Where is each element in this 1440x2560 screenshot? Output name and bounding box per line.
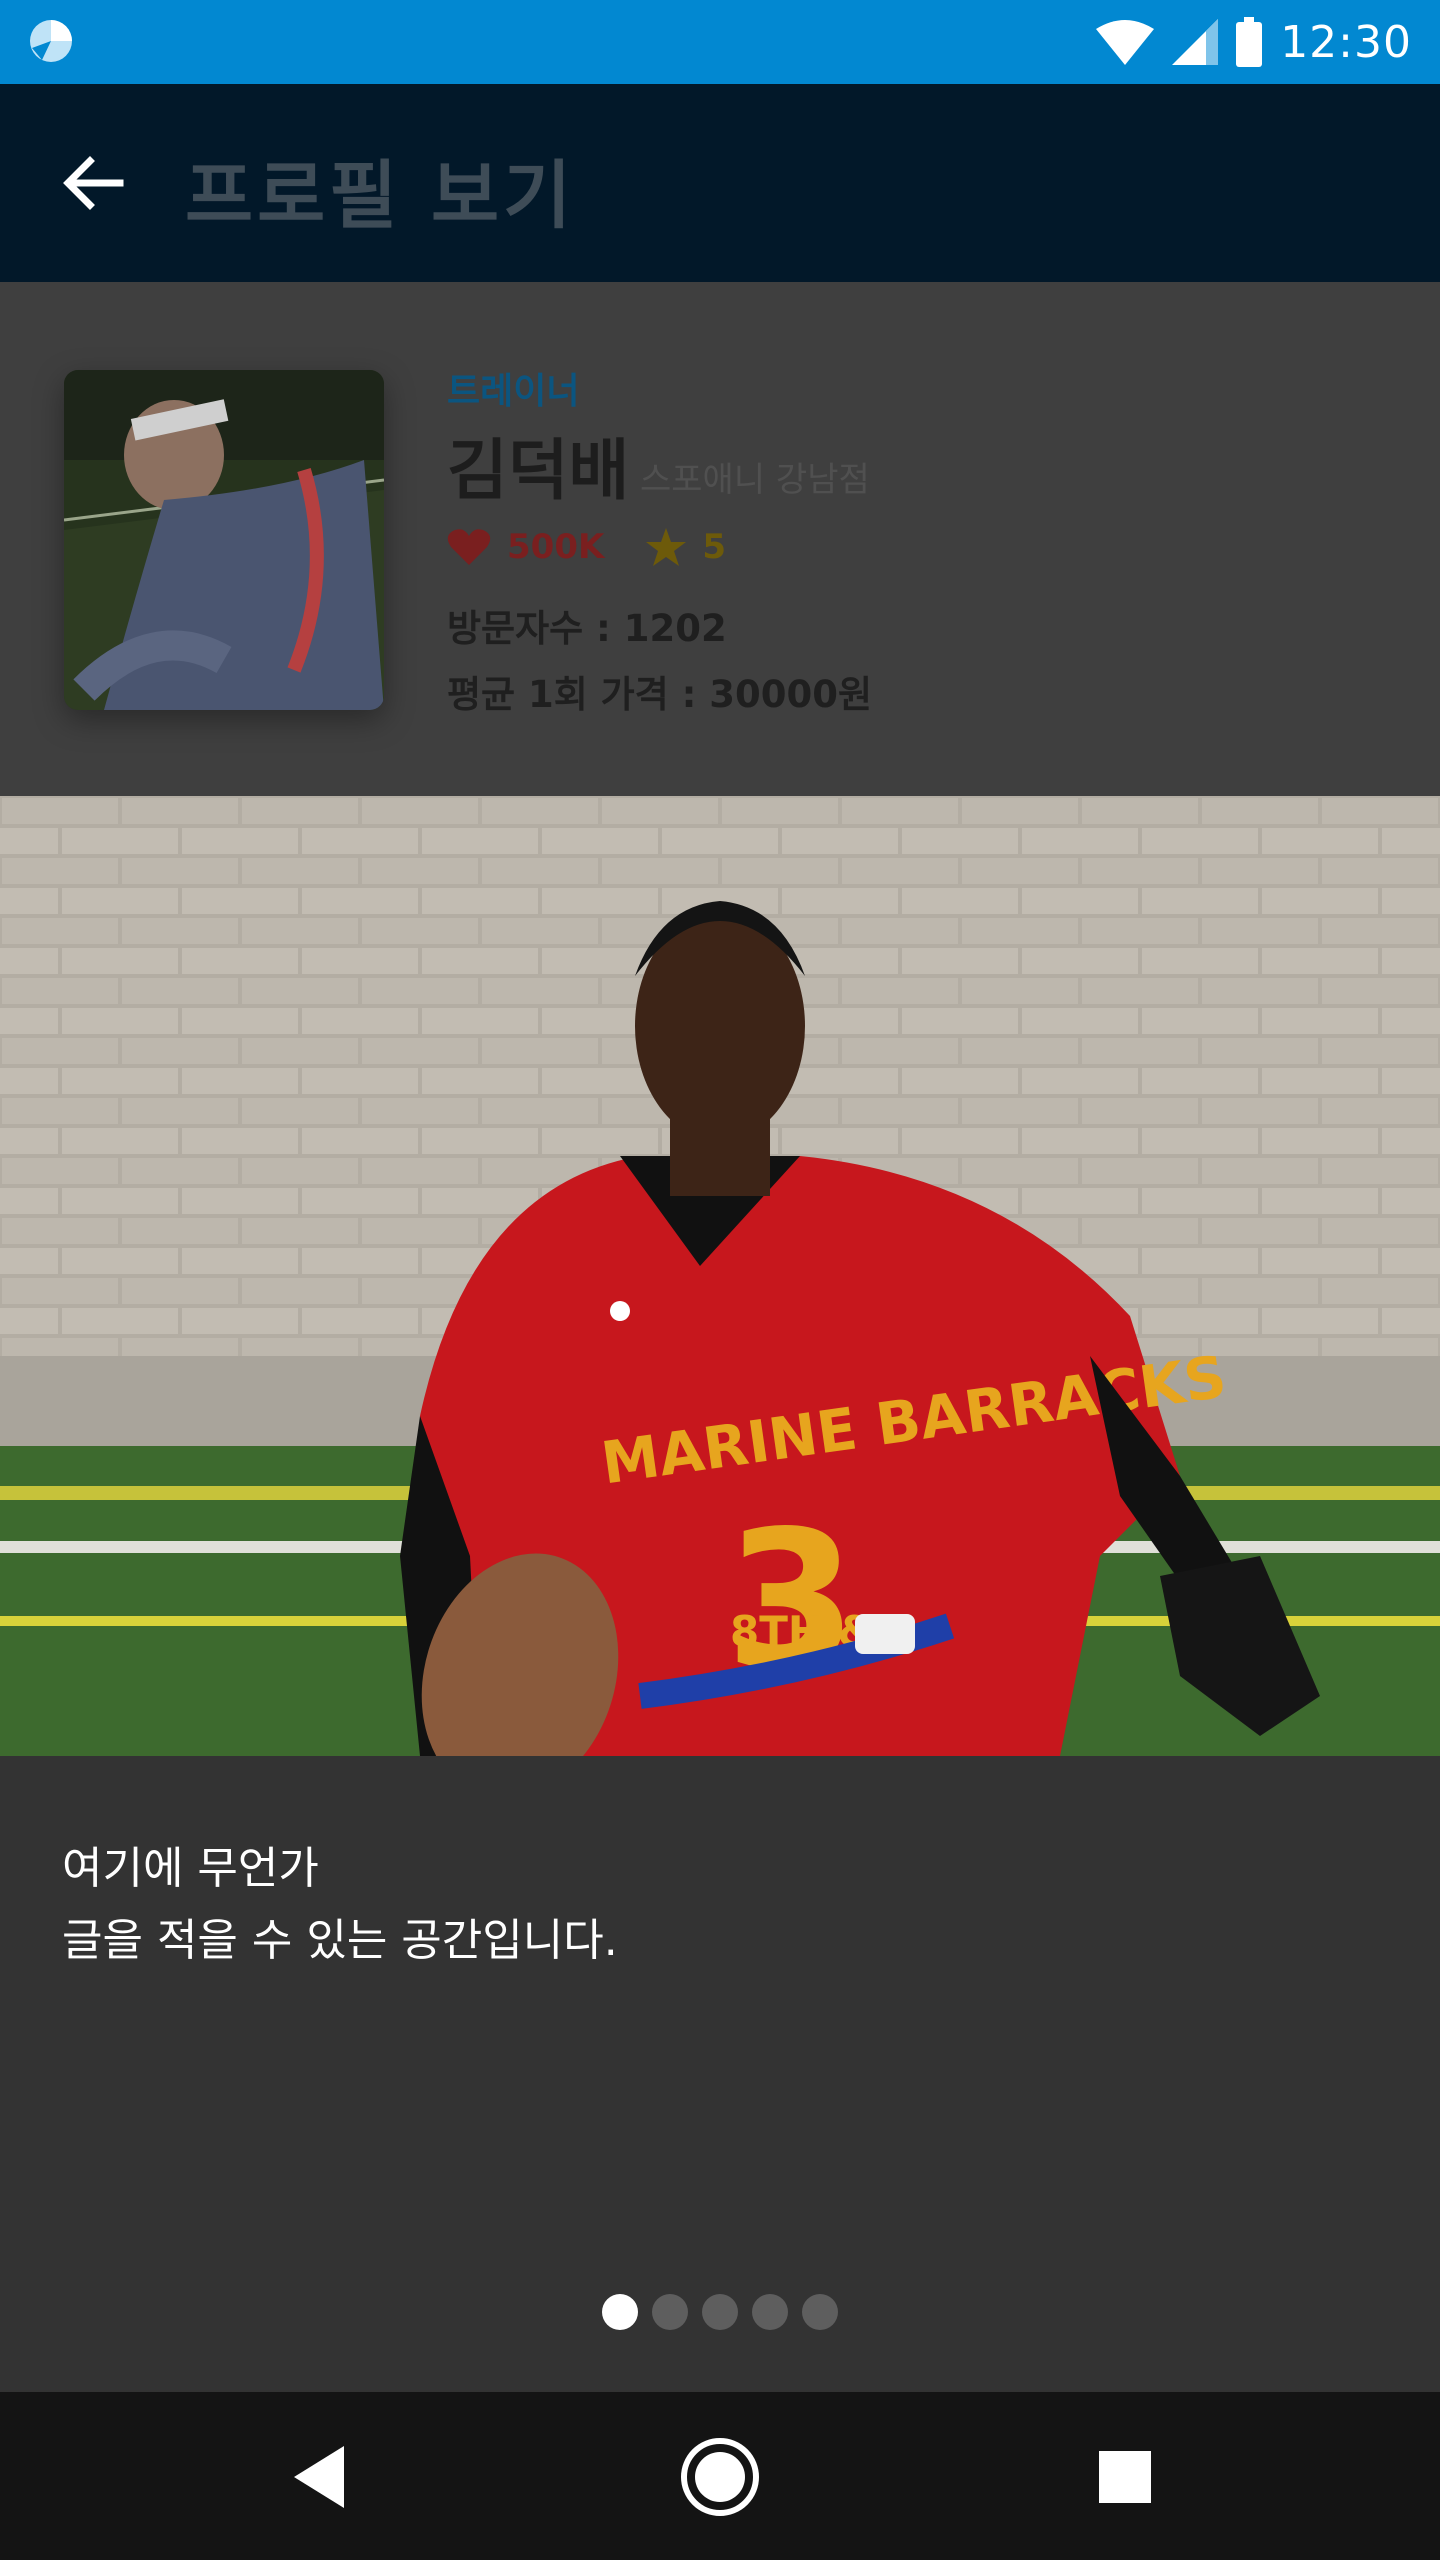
visitor-count: 방문자수 : 1202 [447,607,727,650]
star-icon [646,528,687,566]
page-dot-2[interactable] [652,2294,688,2330]
photo-carousel[interactable]: MARINE BARRACKS 3 8TH & I [0,796,1440,1756]
recents-square-icon[interactable] [1080,2432,1170,2522]
page-dot-4[interactable] [752,2294,788,2330]
back-triangle-icon[interactable] [274,2432,364,2522]
system-nav-bar [0,2392,1440,2560]
home-circle-icon[interactable] [675,2432,765,2522]
battery-icon [1236,17,1263,67]
arrow-left-icon[interactable] [58,148,128,218]
average-price: 평균 1회 가격 : 30000원 [447,673,873,716]
signal-icon [1172,19,1219,65]
page-dot-3[interactable] [702,2294,738,2330]
app-icon [30,20,72,62]
heart-icon[interactable] [447,527,491,567]
app-bar: 프로필 보기 [0,84,1440,282]
description-panel: 여기에 무언가 글을 적을 수 있는 공간입니다. [0,1756,1440,2392]
rating-value: 5 [702,527,726,567]
page-dot-1[interactable] [602,2294,638,2330]
page-dot-5[interactable] [802,2294,838,2330]
role-label: 트레이너 [447,371,580,412]
page-title: 프로필 보기 [185,153,576,239]
page-indicator [0,2294,1440,2330]
wifi-icon [1096,20,1155,65]
trainer-name: 김덕배 [447,432,630,509]
stats-row: 500K 5 [447,526,726,568]
branch-name: 스포애니 강남점 [640,460,870,500]
description-line-2: 글을 적을 수 있는 공간입니다. [62,1915,618,1966]
status-bar: 12:30 [0,0,1440,84]
football-player-photo: MARINE BARRACKS 3 8TH & I [0,796,1440,1756]
status-time: 12:30 [1280,16,1412,68]
profile-header: 트레이너 김덕배 스포애니 강남점 500K 5 방문자수 : 1202 평균 … [0,282,1440,796]
description-line-1: 여기에 무언가 [62,1843,319,1894]
avatar [64,370,384,710]
likes-count: 500K [507,527,605,567]
